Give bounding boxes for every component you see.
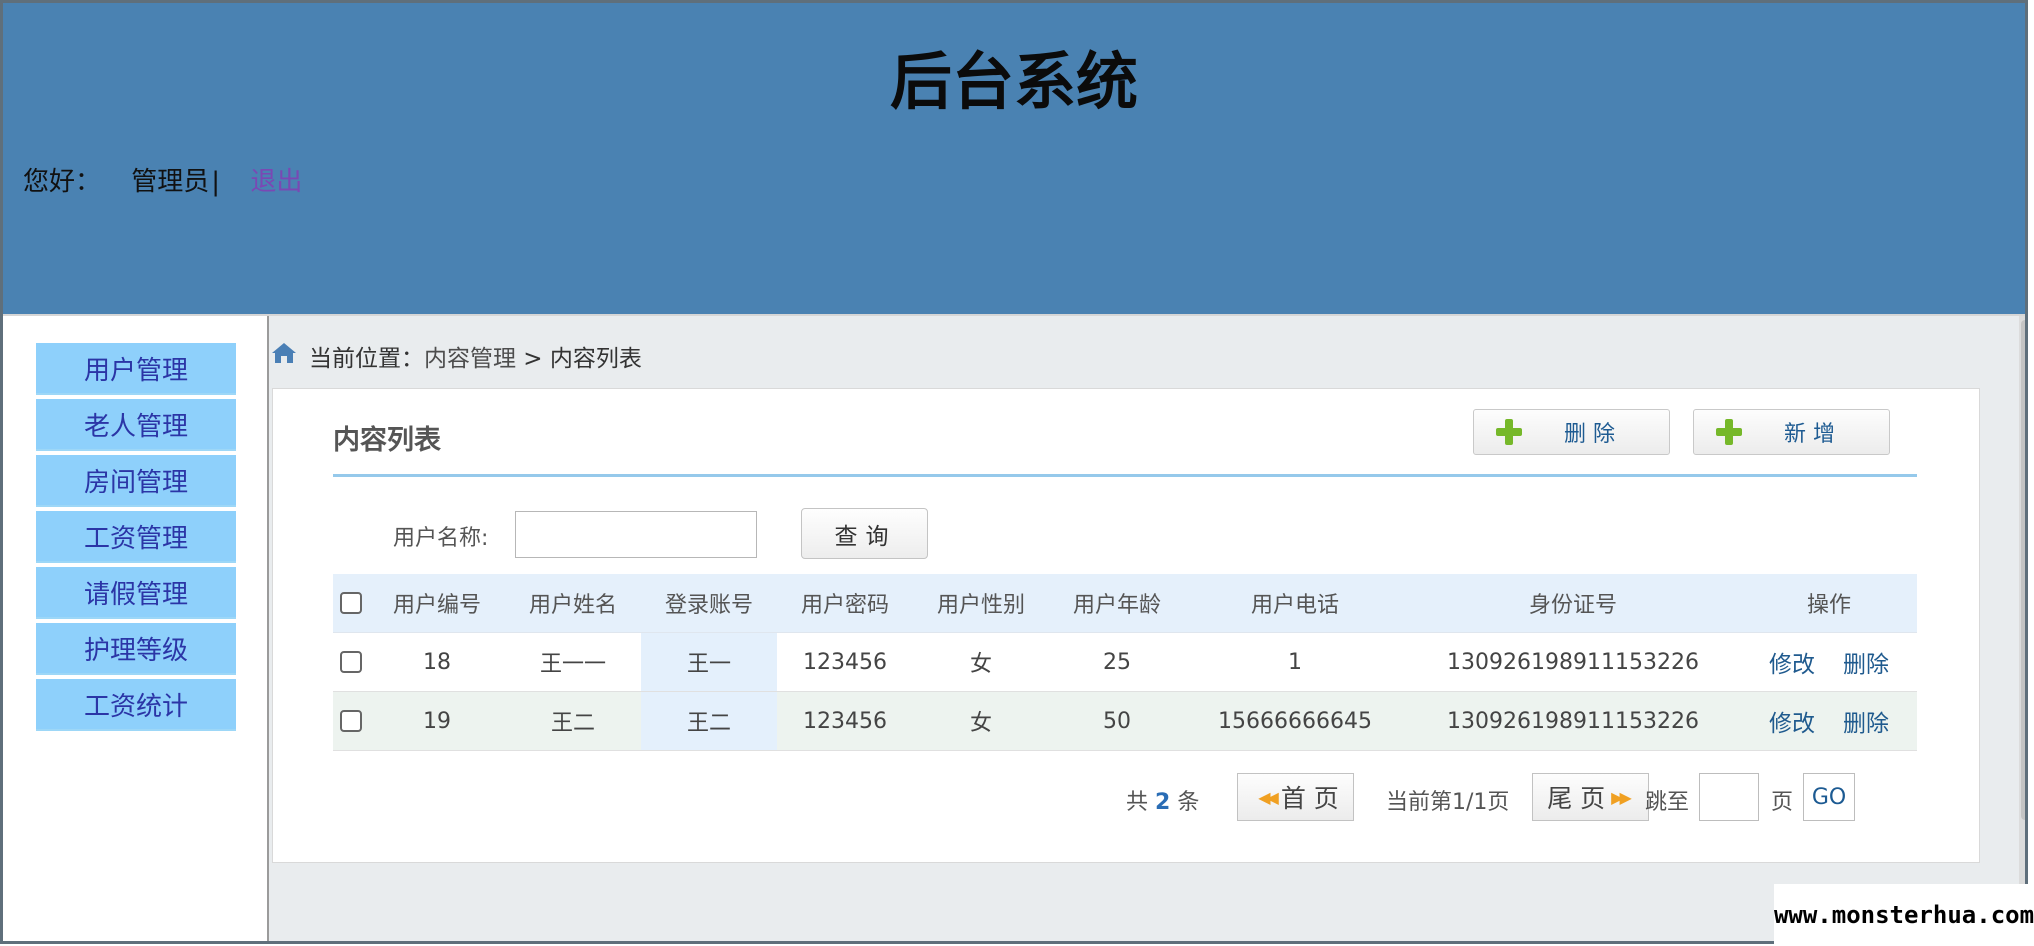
column-header-gender: 用户性别 <box>936 593 1025 618</box>
go-button[interactable]: GO <box>1803 773 1855 821</box>
cell-user-name: 王一一 <box>539 652 606 677</box>
delete-link[interactable]: 删除 <box>1843 704 1889 738</box>
row-select-cell <box>333 633 369 691</box>
table-row: 19 王二 王二 123456 女 50 15666666645 1309261… <box>333 692 1917 751</box>
user-name: 管理员 <box>131 167 210 197</box>
delete-link[interactable]: 删除 <box>1843 645 1889 679</box>
column-header-login-account: 登录账号 <box>664 593 753 618</box>
cell-id-card: 130926198911153226 <box>1447 649 1699 675</box>
header: 后台系统 您好： 管理员| 退出 <box>3 3 2025 316</box>
column-header-actions: 操作 <box>1806 593 1851 618</box>
cell-phone: 15666666645 <box>1218 708 1372 734</box>
sidebar-item-care-level[interactable]: 护理等级 <box>36 623 236 675</box>
query-button[interactable]: 查询 <box>801 508 928 559</box>
sidebar-item-salary-management[interactable]: 工资管理 <box>36 511 236 563</box>
breadcrumb-arrow: > <box>516 346 550 372</box>
cell-login-account: 王二 <box>641 692 777 750</box>
cell-phone: 1 <box>1288 649 1302 675</box>
app-frame: 后台系统 您好： 管理员| 退出 用户管理 老人管理 房间管理 工资管理 请假管… <box>0 0 2028 944</box>
content-panel: 内容列表 删 除 新 增 用户名称: 查询 用户编号 用户姓名 登录账号 用户密… <box>272 388 1980 863</box>
cell-user-id: 18 <box>423 649 451 675</box>
add-button-label: 新 增 <box>1784 422 1835 447</box>
cell-user-name: 王二 <box>550 711 595 736</box>
column-header-user-id: 用户编号 <box>392 593 481 618</box>
cell-gender: 女 <box>969 711 992 736</box>
sidebar-item-salary-statistics[interactable]: 工资统计 <box>36 679 236 731</box>
sidebar-item-user-management[interactable]: 用户管理 <box>36 343 236 395</box>
column-header-id-card: 身份证号 <box>1528 593 1617 618</box>
main-content: 当前位置：内容管理 > 内容列表 内容列表 删 除 新 增 用户名称: 查询 用… <box>269 316 2025 941</box>
greeting-text: 您好： <box>23 167 102 197</box>
pagination: 共 2 条 ◀◀ 首 页 当前第1/1页 尾 页 ▶▶ 跳至 页 GO <box>273 773 1917 825</box>
select-all-cell <box>333 574 369 632</box>
scrollbar-thumb[interactable] <box>2021 320 2025 820</box>
last-page-button[interactable]: 尾 页 ▶▶ <box>1532 773 1649 821</box>
double-left-arrow-icon: ◀◀ <box>1258 787 1279 807</box>
home-icon <box>272 343 296 363</box>
column-header-phone: 用户电话 <box>1250 593 1339 618</box>
table-row: 18 王一一 王一 123456 女 25 1 1309261989111532… <box>333 633 1917 692</box>
jump-label: 跳至 <box>1645 790 1690 815</box>
cell-age: 25 <box>1103 649 1131 675</box>
cell-actions: 修改 删除 <box>1741 692 1917 750</box>
breadcrumb-current: 内容列表 <box>549 346 642 372</box>
user-table: 用户编号 用户姓名 登录账号 用户密码 用户性别 用户年龄 用户电话 身份证号 … <box>333 574 1917 751</box>
title-divider <box>333 474 1917 477</box>
plus-icon <box>1496 419 1522 445</box>
sidebar-item-elder-management[interactable]: 老人管理 <box>36 399 236 451</box>
cell-actions: 修改 删除 <box>1741 633 1917 691</box>
cell-user-id: 19 <box>423 708 451 734</box>
cell-age: 50 <box>1103 708 1131 734</box>
column-header-password: 用户密码 <box>800 593 889 618</box>
select-all-checkbox[interactable] <box>340 592 362 614</box>
row-select-cell <box>333 692 369 750</box>
username-search-input[interactable] <box>515 511 757 558</box>
page-unit-label: 页 <box>1771 790 1794 815</box>
user-greeting: 您好： 管理员| 退出 <box>23 161 302 198</box>
first-page-button[interactable]: ◀◀ 首 页 <box>1237 773 1354 821</box>
column-header-age: 用户年龄 <box>1072 593 1161 618</box>
cell-password: 123456 <box>803 649 887 675</box>
page-title: 后台系统 <box>889 45 1138 118</box>
first-page-label: 首 页 <box>1280 784 1339 813</box>
row-checkbox[interactable] <box>340 651 362 673</box>
cell-id-card: 130926198911153226 <box>1447 708 1699 734</box>
greeting-separator: | <box>211 167 221 197</box>
total-count: 共 2 条 <box>1126 784 1199 816</box>
breadcrumb: 当前位置：内容管理 > 内容列表 <box>309 339 642 373</box>
panel-title: 内容列表 <box>333 425 441 456</box>
plus-icon <box>1716 419 1742 445</box>
cell-login-account: 王一 <box>641 633 777 691</box>
search-label: 用户名称: <box>393 526 489 551</box>
current-page-text: 当前第1/1页 <box>1386 790 1510 815</box>
breadcrumb-prefix: 当前位置： <box>309 346 424 372</box>
total-prefix: 共 <box>1126 790 1149 815</box>
row-checkbox[interactable] <box>340 710 362 732</box>
total-suffix: 条 <box>1177 790 1200 815</box>
table-header-row: 用户编号 用户姓名 登录账号 用户密码 用户性别 用户年龄 用户电话 身份证号 … <box>333 574 1917 633</box>
sidebar: 用户管理 老人管理 房间管理 工资管理 请假管理 护理等级 工资统计 <box>3 316 269 941</box>
delete-button[interactable]: 删 除 <box>1473 409 1670 455</box>
double-right-arrow-icon: ▶▶ <box>1611 787 1632 807</box>
edit-link[interactable]: 修改 <box>1769 704 1815 738</box>
last-page-label: 尾 页 <box>1547 784 1606 813</box>
delete-button-label: 删 除 <box>1564 422 1615 447</box>
cell-gender: 女 <box>969 652 992 677</box>
jump-page-input[interactable] <box>1699 773 1759 821</box>
edit-link[interactable]: 修改 <box>1769 645 1815 679</box>
watermark: www.monsterhua.com <box>1774 884 2034 946</box>
scrollbar[interactable] <box>2019 316 2025 941</box>
sidebar-item-leave-management[interactable]: 请假管理 <box>36 567 236 619</box>
column-header-user-name: 用户姓名 <box>528 593 617 618</box>
breadcrumb-section-link[interactable]: 内容管理 <box>424 346 516 372</box>
sidebar-item-room-management[interactable]: 房间管理 <box>36 455 236 507</box>
cell-password: 123456 <box>803 708 887 734</box>
logout-link[interactable]: 退出 <box>250 167 302 197</box>
add-button[interactable]: 新 增 <box>1693 409 1890 455</box>
total-number: 2 <box>1155 790 1171 815</box>
